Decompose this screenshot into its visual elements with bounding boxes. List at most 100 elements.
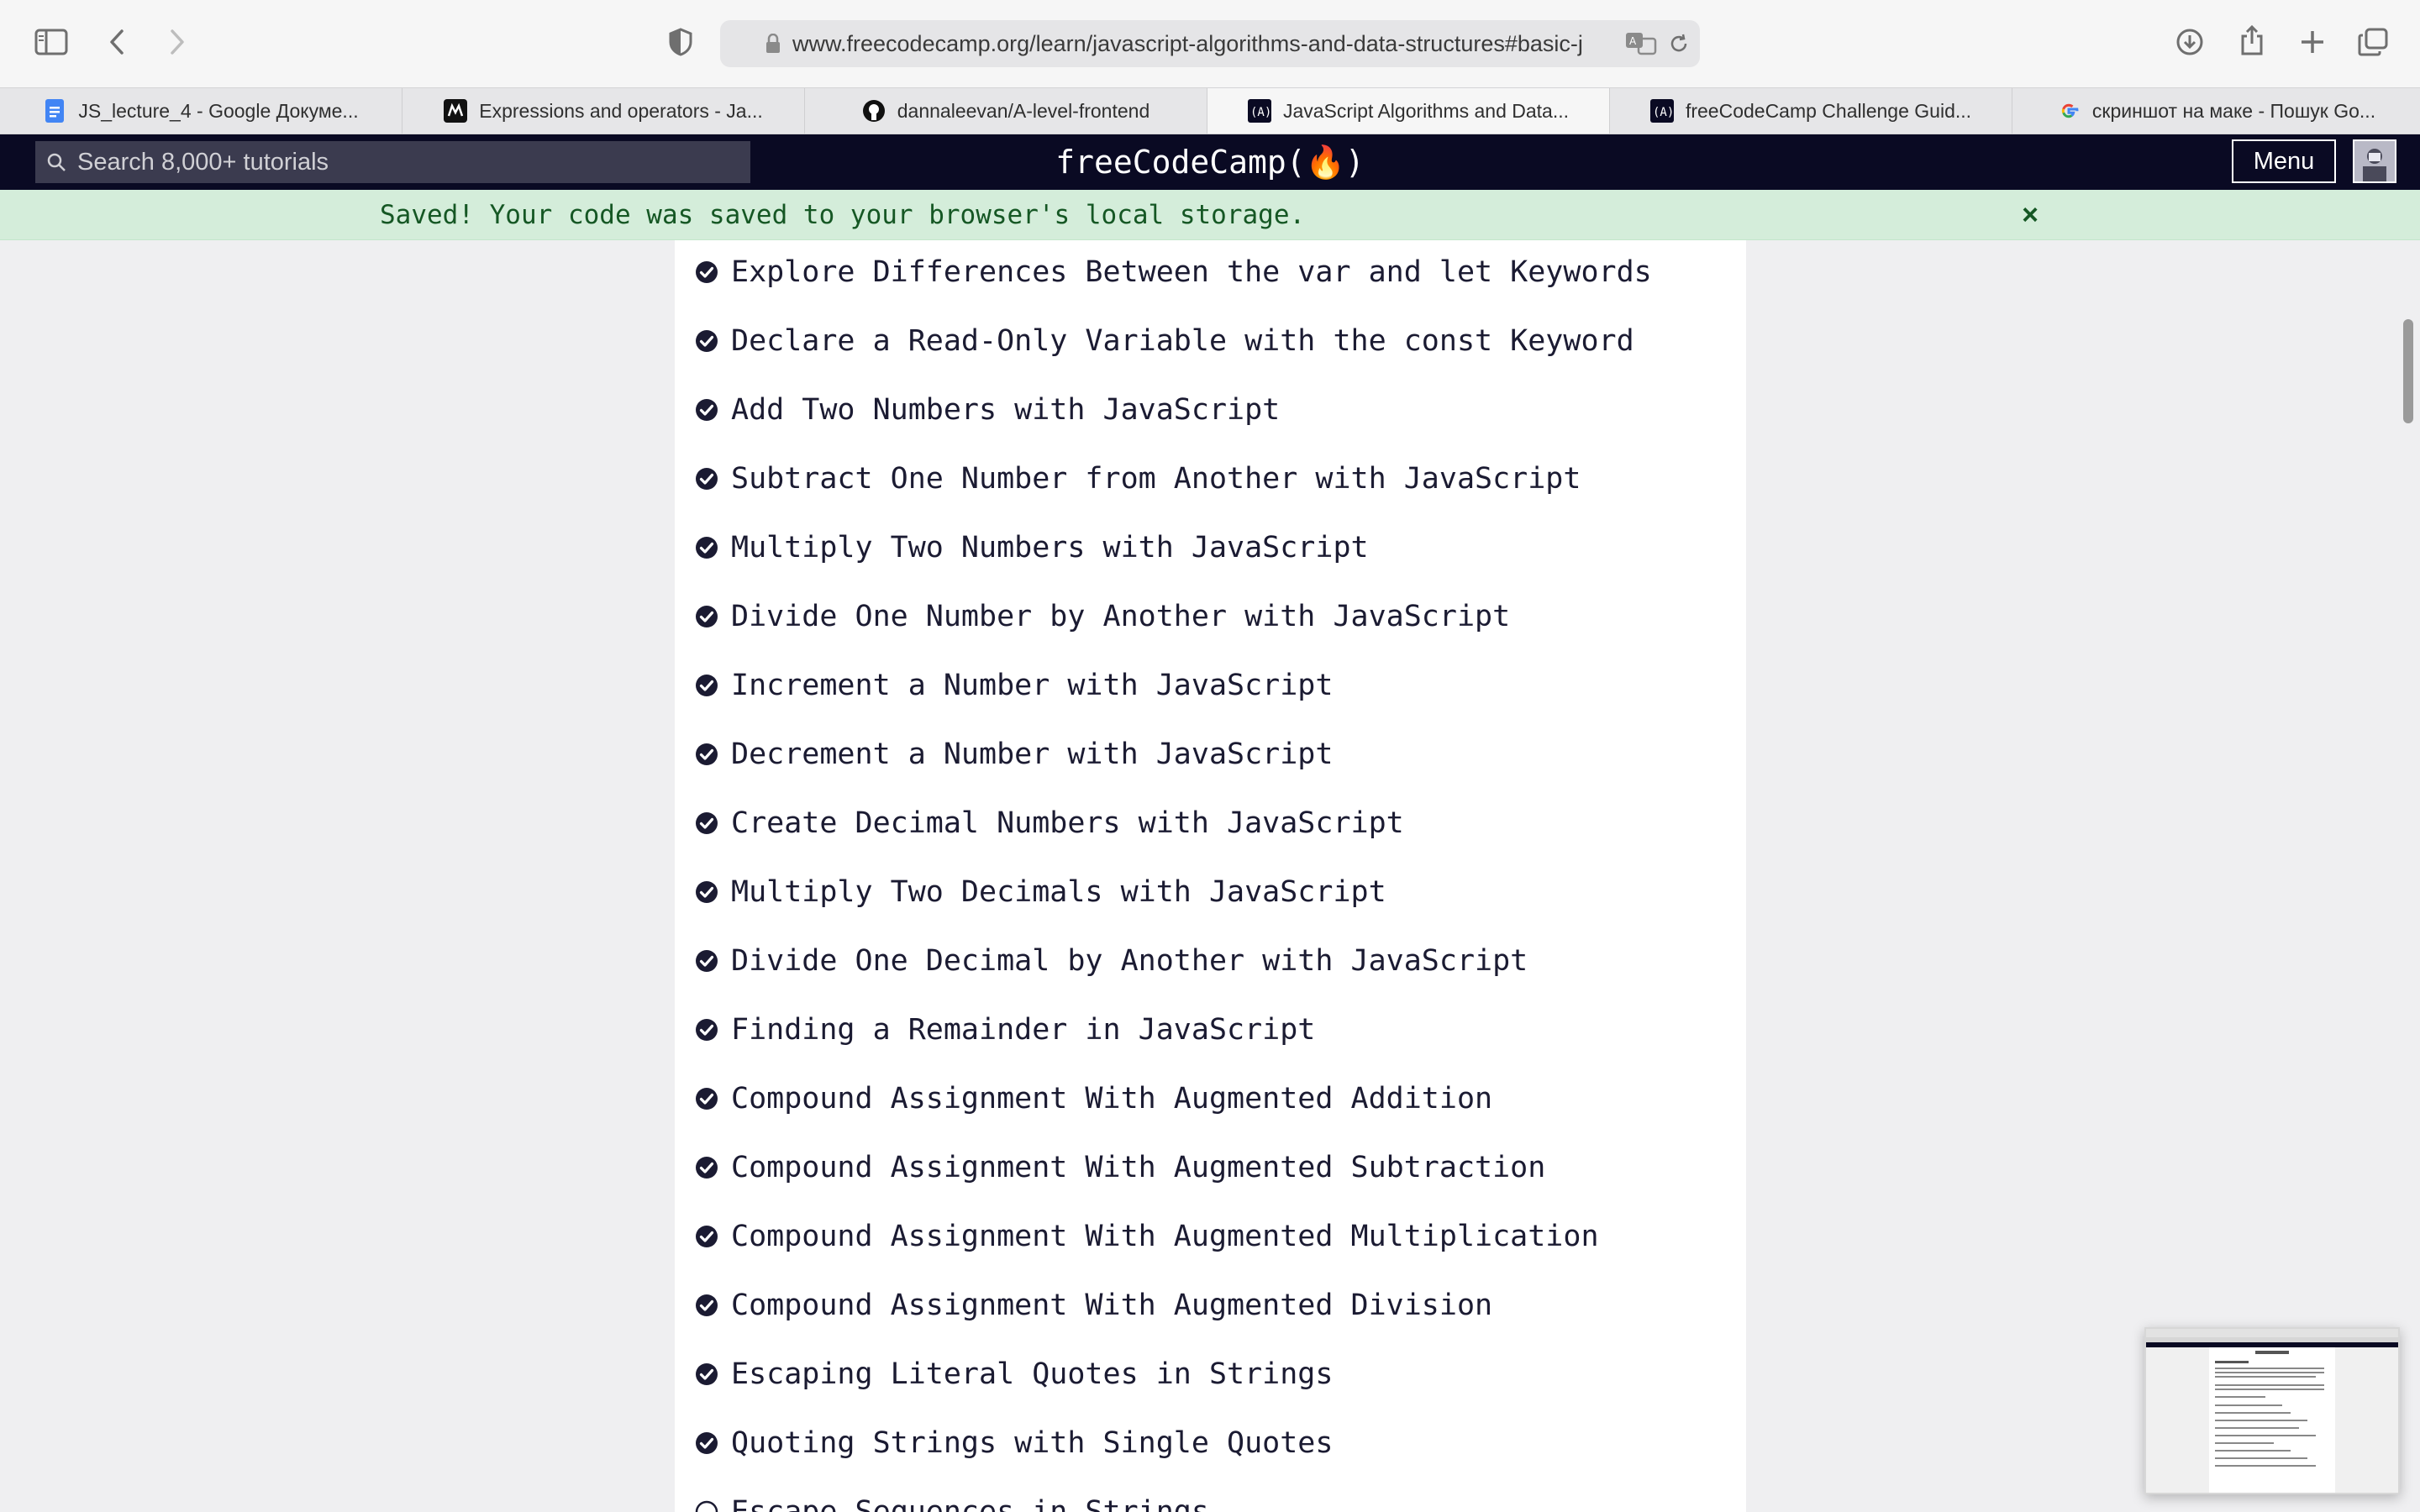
- check-circle-icon: [695, 1294, 718, 1317]
- challenge-item[interactable]: Compound Assignment With Augmented Multi…: [675, 1205, 1746, 1273]
- challenge-item[interactable]: Compound Assignment With Augmented Subtr…: [675, 1136, 1746, 1205]
- challenge-item[interactable]: Divide One Decimal by Another with JavaS…: [675, 929, 1746, 998]
- challenge-title: Compound Assignment With Augmented Divis…: [731, 1289, 1493, 1322]
- challenge-title: Decrement a Number with JavaScript: [731, 738, 1334, 771]
- challenge-title: Divide One Decimal by Another with JavaS…: [731, 944, 1528, 978]
- downloads-icon[interactable]: [2173, 25, 2207, 59]
- challenge-title: Quoting Strings with Single Quotes: [731, 1426, 1334, 1460]
- tab-label: JavaScript Algorithms and Data...: [1282, 99, 1570, 122]
- check-circle-icon: [695, 1018, 718, 1042]
- challenge-item[interactable]: Escaping Literal Quotes in Strings: [675, 1342, 1746, 1411]
- tab-label: скриншот на маке - Пошук Go...: [2091, 99, 2376, 122]
- challenge-item[interactable]: Compound Assignment With Augmented Divis…: [675, 1273, 1746, 1342]
- challenge-item[interactable]: Quoting Strings with Single Quotes: [675, 1411, 1746, 1480]
- svg-text:A: A: [1629, 35, 1637, 47]
- tab-bar: JS_lecture_4 - Google Докуме... Expressi…: [0, 87, 2420, 134]
- empty-circle-icon: [695, 1500, 718, 1512]
- check-circle-icon: [695, 949, 718, 973]
- challenge-title: Create Decimal Numbers with JavaScript: [731, 806, 1404, 840]
- search-bar[interactable]: [35, 141, 750, 183]
- menu-button[interactable]: Menu: [2232, 139, 2336, 183]
- challenge-title: Divide One Number by Another with JavaSc…: [731, 600, 1511, 633]
- screenshot-thumbnail[interactable]: [2144, 1327, 2400, 1494]
- github-icon: [862, 99, 886, 123]
- check-circle-icon: [695, 880, 718, 904]
- check-circle-icon: [695, 1087, 718, 1110]
- translate-icon[interactable]: A: [1624, 30, 1658, 57]
- check-circle-icon: [695, 743, 718, 766]
- check-circle-icon: [695, 605, 718, 628]
- check-circle-icon: [695, 1225, 718, 1248]
- challenge-title: Explore Differences Between the var and …: [731, 255, 1652, 289]
- challenge-item[interactable]: Decrement a Number with JavaScript: [675, 722, 1746, 791]
- reload-icon[interactable]: [1665, 30, 1693, 57]
- tab-github[interactable]: dannaleevan/A-level-frontend: [805, 88, 1207, 134]
- check-circle-icon: [695, 1362, 718, 1386]
- tab-google-docs[interactable]: JS_lecture_4 - Google Докуме...: [0, 88, 402, 134]
- challenge-title: Subtract One Number from Another with Ja…: [731, 462, 1581, 496]
- back-icon[interactable]: [104, 25, 129, 59]
- forward-icon[interactable]: [165, 25, 190, 59]
- challenge-item[interactable]: Declare a Read-Only Variable with the co…: [675, 309, 1746, 378]
- challenge-title: Add Two Numbers with JavaScript: [731, 393, 1281, 427]
- search-icon: [45, 151, 67, 173]
- tab-label: freeCodeCamp Challenge Guid...: [1685, 99, 1972, 122]
- challenge-item[interactable]: Multiply Two Numbers with JavaScript: [675, 516, 1746, 585]
- check-circle-icon: [695, 467, 718, 491]
- mdn-icon: [444, 99, 468, 123]
- browser-toolbar: www.freecodecamp.org/learn/javascript-al…: [0, 0, 2420, 87]
- search-input[interactable]: [77, 141, 733, 183]
- google-icon: [2057, 99, 2081, 123]
- challenge-item[interactable]: Divide One Number by Another with JavaSc…: [675, 585, 1746, 654]
- check-circle-icon: [695, 398, 718, 422]
- tab-google-search[interactable]: скриншот на маке - Пошук Go...: [2012, 88, 2420, 134]
- challenge-title: Multiply Two Decimals with JavaScript: [731, 875, 1386, 909]
- lock-icon: [764, 32, 782, 55]
- tab-javascript-algorithms[interactable]: (A) JavaScript Algorithms and Data...: [1207, 88, 1610, 134]
- challenge-item[interactable]: Subtract One Number from Another with Ja…: [675, 447, 1746, 516]
- check-circle-icon: [695, 674, 718, 697]
- challenge-title: Multiply Two Numbers with JavaScript: [731, 531, 1369, 564]
- fcc-navbar: freeCodeCamp(🔥) Menu: [0, 134, 2420, 190]
- challenge-title: Compound Assignment With Augmented Multi…: [731, 1220, 1599, 1253]
- close-icon[interactable]: ×: [2013, 190, 2047, 240]
- sidebar-toggle-icon[interactable]: [32, 25, 71, 59]
- challenge-item[interactable]: Explore Differences Between the var and …: [675, 240, 1746, 309]
- challenge-item[interactable]: Create Decimal Numbers with JavaScript: [675, 791, 1746, 860]
- address-bar[interactable]: www.freecodecamp.org/learn/javascript-al…: [720, 20, 1700, 67]
- url-text: www.freecodecamp.org/learn/javascript-al…: [792, 31, 1583, 56]
- saved-alert: Saved! Your code was saved to your brows…: [0, 190, 2420, 240]
- challenge-title: Escape Sequences in Strings: [731, 1495, 1209, 1512]
- tab-label: dannaleevan/A-level-frontend: [897, 99, 1150, 122]
- tab-mdn[interactable]: Expressions and operators - Ja...: [402, 88, 805, 134]
- challenge-item[interactable]: Increment a Number with JavaScript: [675, 654, 1746, 722]
- tab-overview-icon[interactable]: [2356, 25, 2390, 59]
- challenge-item[interactable]: Compound Assignment With Augmented Addit…: [675, 1067, 1746, 1136]
- svg-text:(A): (A): [1250, 106, 1271, 119]
- privacy-shield-icon[interactable]: [664, 25, 697, 59]
- challenge-list-panel: Explore Differences Between the var and …: [675, 240, 1746, 1512]
- check-circle-icon: [695, 260, 718, 284]
- tab-fcc-challenge-guide[interactable]: (A) freeCodeCamp Challenge Guid...: [1610, 88, 2012, 134]
- challenge-item[interactable]: Add Two Numbers with JavaScript: [675, 378, 1746, 447]
- avatar[interactable]: [2353, 139, 2396, 183]
- google-docs-icon: [43, 99, 66, 123]
- freecodecamp-icon: (A): [1247, 99, 1271, 123]
- scrollbar-thumb[interactable]: [2403, 319, 2413, 423]
- challenge-item[interactable]: Multiply Two Decimals with JavaScript: [675, 860, 1746, 929]
- challenge-title: Increment a Number with JavaScript: [731, 669, 1334, 702]
- challenge-title: Finding a Remainder in JavaScript: [731, 1013, 1316, 1047]
- challenge-item[interactable]: Escape Sequences in Strings: [675, 1480, 1746, 1512]
- check-circle-icon: [695, 1156, 718, 1179]
- fcc-logo[interactable]: freeCodeCamp(🔥): [1034, 134, 1386, 190]
- freecodecamp-icon: (A): [1649, 99, 1674, 123]
- challenge-title: Declare a Read-Only Variable with the co…: [731, 324, 1634, 358]
- challenge-item[interactable]: Finding a Remainder in JavaScript: [675, 998, 1746, 1067]
- check-circle-icon: [695, 536, 718, 559]
- challenge-title: Compound Assignment With Augmented Addit…: [731, 1082, 1493, 1116]
- new-tab-icon[interactable]: [2296, 25, 2329, 59]
- challenge-title: Escaping Literal Quotes in Strings: [731, 1357, 1334, 1391]
- check-circle-icon: [695, 329, 718, 353]
- check-circle-icon: [695, 1431, 718, 1455]
- share-icon[interactable]: [2235, 22, 2269, 59]
